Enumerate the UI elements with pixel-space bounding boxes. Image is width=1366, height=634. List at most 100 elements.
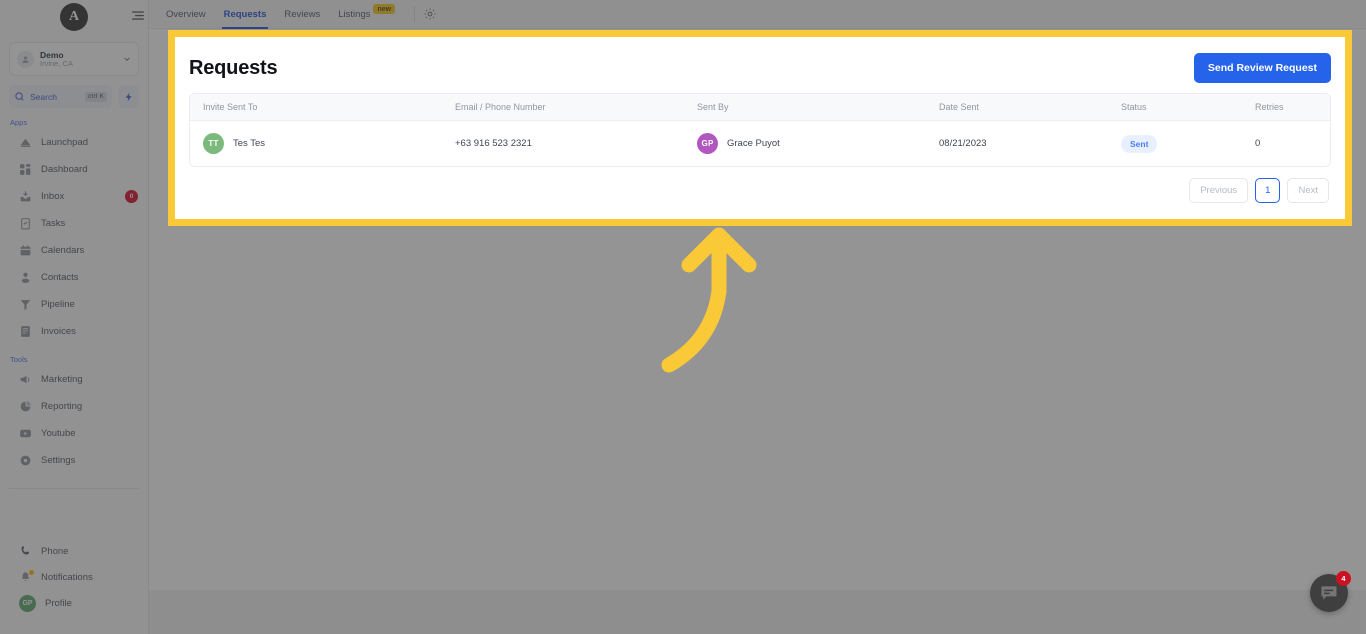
sidebar-item-label: Phone bbox=[41, 545, 69, 557]
sender-name: Grace Puyot bbox=[727, 138, 780, 149]
sidebar-apps-list: Launchpad Dashboard Inbox 0 Tasks Calend… bbox=[0, 129, 148, 345]
chevron-down-icon bbox=[124, 57, 130, 62]
cell-invite-sent-to: TT Tes Tes bbox=[190, 133, 442, 154]
column-header-status: Status bbox=[1121, 102, 1147, 112]
sidebar-item-label: Launchpad bbox=[41, 137, 89, 148]
sidebar-item-notifications[interactable]: Notifications bbox=[0, 564, 148, 590]
sidebar-item-launchpad[interactable]: Launchpad bbox=[0, 129, 148, 156]
pagination-page-1-button[interactable]: 1 bbox=[1255, 178, 1281, 203]
status-badge: Sent bbox=[1121, 134, 1158, 153]
notification-dot bbox=[29, 569, 34, 575]
sidebar-item-calendars[interactable]: Calendars bbox=[0, 237, 148, 264]
column-header-date-sent: Date Sent bbox=[939, 102, 980, 112]
sidebar-item-marketing[interactable]: Marketing bbox=[0, 366, 148, 393]
send-review-request-button[interactable]: Send Review Request bbox=[1193, 53, 1331, 83]
launchpad-icon bbox=[19, 136, 32, 149]
sidebar-tools-list: Marketing Reporting Youtube Settings bbox=[0, 366, 148, 474]
cell-email-phone: +63 916 523 2321 bbox=[455, 138, 532, 149]
sidebar-section-tools: Tools bbox=[10, 355, 28, 364]
column-header-invite-sent-to: Invite Sent To bbox=[203, 102, 258, 112]
sidebar-item-contacts[interactable]: Contacts bbox=[0, 264, 148, 291]
contacts-icon bbox=[19, 271, 32, 284]
sidebar-item-tasks[interactable]: Tasks bbox=[0, 210, 148, 237]
sidebar-item-label: Calendars bbox=[41, 245, 85, 256]
sidebar-item-invoices[interactable]: Invoices bbox=[0, 318, 148, 345]
table-row[interactable]: TT Tes Tes +63 916 523 2321 GP Grace Puy… bbox=[190, 120, 1330, 166]
sidebar-item-label: Tasks bbox=[41, 218, 66, 229]
brand-logo: A bbox=[60, 3, 88, 31]
dashboard-icon bbox=[19, 163, 32, 176]
pagination-previous-button[interactable]: Previous bbox=[1189, 178, 1249, 203]
new-badge: new bbox=[373, 4, 396, 14]
tab-overview[interactable]: Overview bbox=[157, 0, 215, 29]
chat-widget-button[interactable]: 4 bbox=[1310, 571, 1351, 612]
bell-icon bbox=[19, 569, 34, 584]
sidebar-item-label: Inbox bbox=[41, 191, 65, 202]
quick-action-button[interactable] bbox=[118, 85, 139, 108]
column-header-sent-by: Sent By bbox=[697, 102, 729, 112]
sidebar-item-inbox[interactable]: Inbox 0 bbox=[0, 183, 148, 210]
pipeline-icon bbox=[19, 298, 32, 311]
phone-icon bbox=[19, 545, 32, 558]
sidebar-item-dashboard[interactable]: Dashboard bbox=[0, 156, 148, 183]
page-footer-band bbox=[149, 590, 1366, 634]
sidebar-item-label: Reporting bbox=[41, 401, 83, 412]
tab-label: Requests bbox=[223, 8, 267, 20]
invite-name: Tes Tes bbox=[233, 138, 266, 149]
inbox-icon bbox=[19, 190, 32, 203]
cell-retries: 0 bbox=[1255, 138, 1261, 149]
sidebar-item-settings[interactable]: Settings bbox=[0, 447, 148, 474]
search-row: Search ctrl K bbox=[9, 85, 139, 108]
sidebar-item-profile[interactable]: GP Profile bbox=[0, 590, 148, 616]
gear-icon bbox=[19, 454, 32, 467]
avatar: GP bbox=[697, 133, 718, 154]
tab-listings[interactable]: Listings new bbox=[329, 0, 404, 29]
sidebar-item-label: Marketing bbox=[41, 374, 83, 385]
tab-requests[interactable]: Requests bbox=[215, 0, 276, 29]
cell-date-sent: 08/21/2023 bbox=[939, 138, 987, 149]
cell-sent-by: GP Grace Puyot bbox=[684, 133, 926, 154]
sidebar-item-label: Contacts bbox=[41, 272, 79, 283]
sidebar-item-phone[interactable]: Phone bbox=[0, 538, 148, 564]
gear-icon[interactable] bbox=[423, 7, 437, 21]
chat-unread-badge: 4 bbox=[1336, 571, 1351, 586]
column-header-retries: Retries bbox=[1255, 102, 1284, 112]
sidebar-item-youtube[interactable]: Youtube bbox=[0, 420, 148, 447]
toolbar-separator bbox=[414, 6, 416, 22]
highlight-frame: Requests Send Review Request Invite Sent… bbox=[168, 30, 1352, 226]
inbox-unread-badge: 0 bbox=[125, 190, 138, 203]
search-icon bbox=[15, 92, 24, 101]
table-header-row: Invite Sent To Email / Phone Number Sent… bbox=[190, 94, 1330, 120]
card-header: Requests Send Review Request bbox=[189, 49, 1331, 87]
workspace-avatar-icon bbox=[17, 50, 34, 68]
sidebar-bottom-list: Phone Notifications GP Profile bbox=[0, 538, 148, 634]
annotation-arrow-icon bbox=[661, 227, 757, 373]
workspace-location: Irvine, CA bbox=[40, 58, 73, 68]
sidebar-item-label: Settings bbox=[41, 455, 76, 466]
tab-label: Listings bbox=[338, 8, 371, 20]
megaphone-icon bbox=[19, 373, 32, 386]
sidebar-item-label: Notifications bbox=[41, 571, 93, 583]
search-input[interactable]: Search ctrl K bbox=[9, 85, 112, 108]
calendar-icon bbox=[19, 244, 32, 257]
search-shortcut-badge: ctrl K bbox=[84, 91, 107, 102]
sidebar-divider bbox=[9, 488, 139, 489]
youtube-icon bbox=[19, 427, 32, 440]
brand-logo-wrap[interactable]: A bbox=[0, 0, 148, 34]
tab-reviews[interactable]: Reviews bbox=[275, 0, 329, 29]
pie-chart-icon bbox=[19, 400, 32, 413]
workspace-selector[interactable]: Demo Irvine, CA bbox=[9, 42, 139, 76]
search-label: Search bbox=[30, 91, 57, 102]
sidebar-item-pipeline[interactable]: Pipeline bbox=[0, 291, 148, 318]
sidebar-section-apps: Apps bbox=[10, 118, 28, 127]
sidebar-item-reporting[interactable]: Reporting bbox=[0, 393, 148, 420]
sidebar: A Demo Irvine, CA Search ctrl K Apps Lau… bbox=[0, 0, 149, 634]
page-title: Requests bbox=[189, 56, 278, 79]
lightning-bolt-icon bbox=[125, 92, 131, 101]
hamburger-icon[interactable] bbox=[131, 9, 145, 21]
sidebar-item-label: Dashboard bbox=[41, 164, 88, 175]
pagination-next-button[interactable]: Next bbox=[1287, 178, 1329, 203]
requests-table: Invite Sent To Email / Phone Number Sent… bbox=[189, 93, 1331, 167]
tab-label: Reviews bbox=[284, 8, 321, 20]
sidebar-item-label: Youtube bbox=[41, 428, 76, 439]
